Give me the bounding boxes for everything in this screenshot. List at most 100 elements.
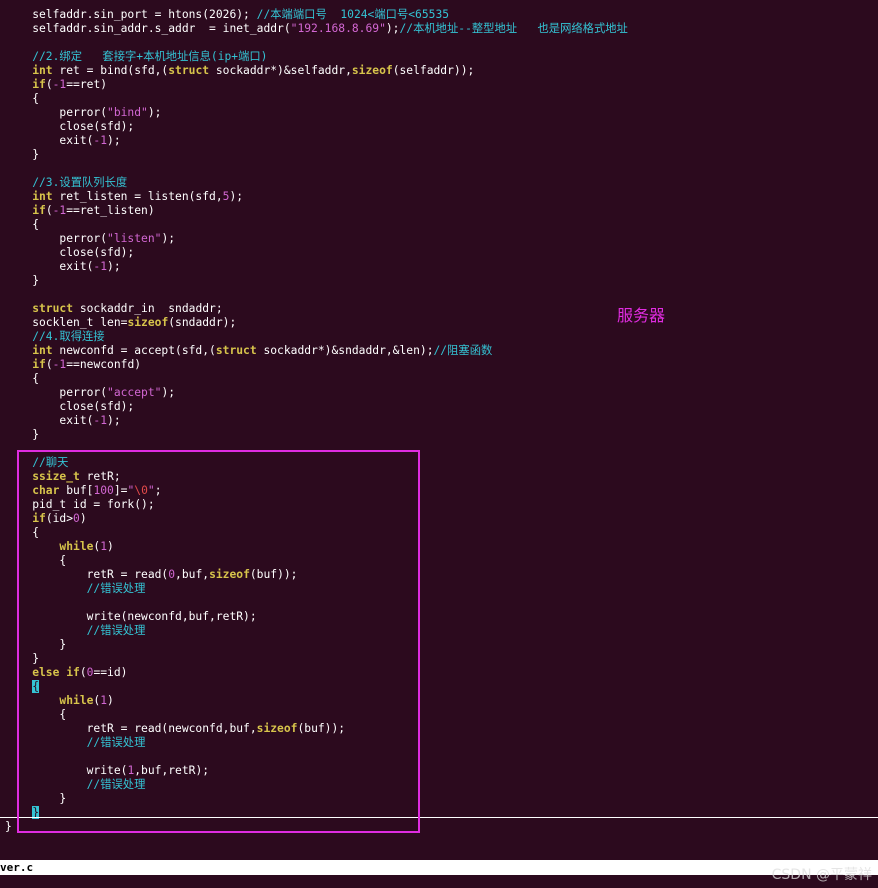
code-token: -1 xyxy=(52,78,67,91)
chat-code-highlight-box xyxy=(17,450,420,833)
code-line[interactable]: } xyxy=(5,820,12,834)
code-token: ); xyxy=(107,134,121,147)
code-token: ); xyxy=(107,414,121,427)
code-token: struct xyxy=(215,344,257,357)
code-token: perror( xyxy=(5,232,108,245)
watermark: CSDN @平蒙祥 xyxy=(771,867,872,883)
code-token: //本端端口号 1024<端口号<65535 xyxy=(256,8,450,21)
code-line[interactable]: perror("bind"); xyxy=(5,106,161,120)
code-token: exit( xyxy=(5,414,94,427)
code-token: sockaddr*)&sndaddr,&len); xyxy=(256,344,434,357)
code-token: sizeof xyxy=(351,64,393,77)
code-token: -1 xyxy=(93,260,108,273)
code-token: socklen_t len= xyxy=(5,316,128,329)
code-token: ); xyxy=(161,232,176,245)
code-token: ); xyxy=(229,190,244,203)
code-token: } xyxy=(5,820,12,833)
code-token: ( xyxy=(45,204,53,217)
code-line[interactable]: exit(-1); xyxy=(5,134,121,148)
code-token: int xyxy=(5,344,53,357)
code-line[interactable]: perror("listen"); xyxy=(5,232,175,246)
code-token: } xyxy=(5,428,40,441)
code-token: ); xyxy=(161,386,176,399)
code-token: if xyxy=(5,78,46,91)
code-line[interactable]: //3.设置队列长度 xyxy=(5,176,127,190)
code-token: } xyxy=(5,148,40,161)
code-line[interactable]: if(-1==ret) xyxy=(5,78,107,92)
code-token: ret = bind(sfd,( xyxy=(52,64,169,77)
code-line[interactable]: socklen_t len=sizeof(sndaddr); xyxy=(5,316,236,330)
code-line[interactable]: if(-1==ret_listen) xyxy=(5,204,155,218)
code-line[interactable]: { xyxy=(5,218,39,232)
code-line[interactable]: int ret = bind(sfd,(struct sockaddr*)&se… xyxy=(5,64,474,78)
code-line[interactable]: close(sfd); xyxy=(5,400,134,414)
code-line[interactable]: close(sfd); xyxy=(5,246,134,260)
code-token: -1 xyxy=(52,358,67,371)
code-token: //2.绑定 套接字+本机地址信息(ip+端口) xyxy=(5,50,268,63)
code-token: (sndaddr); xyxy=(168,316,237,329)
code-token: selfaddr.sin_port = htons(2026); xyxy=(5,8,257,21)
code-token: ==ret_listen) xyxy=(66,204,155,217)
code-token: struct xyxy=(5,302,74,315)
code-token: -1 xyxy=(93,134,108,147)
code-token: //3.设置队列长度 xyxy=(5,176,128,189)
code-token: perror( xyxy=(5,106,108,119)
code-token: exit( xyxy=(5,260,94,273)
code-token: selfaddr.sin_addr.s_addr = inet_addr( xyxy=(5,22,291,35)
code-line[interactable]: } xyxy=(5,428,39,442)
code-token: struct xyxy=(168,64,210,77)
code-line[interactable]: struct sockaddr_in sndaddr; xyxy=(5,302,223,316)
code-token: ( xyxy=(45,78,53,91)
code-token: //阻塞函数 xyxy=(433,344,493,357)
code-line[interactable]: selfaddr.sin_addr.s_addr = inet_addr("19… xyxy=(5,22,628,36)
code-line[interactable]: int ret_listen = listen(sfd,5); xyxy=(5,190,243,204)
code-token: (selfaddr)); xyxy=(392,64,475,77)
code-token: ==newconfd) xyxy=(66,358,142,371)
code-token: { xyxy=(5,372,40,385)
code-token: { xyxy=(5,218,40,231)
code-token: { xyxy=(5,92,40,105)
code-token: ret_listen = listen(sfd, xyxy=(52,190,223,203)
status-bar: ver.c xyxy=(0,860,878,875)
code-line[interactable]: selfaddr.sin_port = htons(2026); //本端端口号… xyxy=(5,8,449,22)
code-token: //本机地址--整型地址 也是网络格式地址 xyxy=(399,22,628,35)
command-line[interactable] xyxy=(0,875,878,888)
code-token: //4.取得连接 xyxy=(5,330,105,343)
code-line[interactable]: close(sfd); xyxy=(5,120,134,134)
code-token: ); xyxy=(147,106,162,119)
code-token: ); xyxy=(385,22,400,35)
code-token: "bind" xyxy=(107,106,148,119)
code-token: "accept" xyxy=(107,386,162,399)
code-line[interactable]: { xyxy=(5,92,39,106)
code-token: perror( xyxy=(5,386,108,399)
code-token: ==ret) xyxy=(66,78,108,91)
status-filename: ver.c xyxy=(0,861,34,874)
code-token: ); xyxy=(107,260,121,273)
server-annotation-label: 服务器 xyxy=(617,306,666,325)
code-line[interactable]: exit(-1); xyxy=(5,414,121,428)
code-token: "192.168.8.69" xyxy=(290,22,386,35)
code-line[interactable]: //2.绑定 套接字+本机地址信息(ip+端口) xyxy=(5,50,267,64)
code-line[interactable]: { xyxy=(5,372,39,386)
code-token: -1 xyxy=(52,204,67,217)
code-token: } xyxy=(5,274,40,287)
code-token: sockaddr_in sndaddr; xyxy=(73,302,223,315)
code-line[interactable]: } xyxy=(5,148,39,162)
code-token: sizeof xyxy=(127,316,169,329)
code-line[interactable]: perror("accept"); xyxy=(5,386,175,400)
code-token: "listen" xyxy=(107,232,162,245)
code-token: int xyxy=(5,64,53,77)
code-token: close(sfd); xyxy=(5,120,135,133)
code-token: sockaddr*)&selfaddr, xyxy=(209,64,352,77)
code-line[interactable]: int newconfd = accept(sfd,(struct sockad… xyxy=(5,344,492,358)
code-token: if xyxy=(5,358,46,371)
code-token: close(sfd); xyxy=(5,246,135,259)
code-line[interactable]: //4.取得连接 xyxy=(5,330,105,344)
code-token: exit( xyxy=(5,134,94,147)
code-token: -1 xyxy=(93,414,108,427)
code-token: close(sfd); xyxy=(5,400,135,413)
code-line[interactable]: if(-1==newconfd) xyxy=(5,358,141,372)
code-line[interactable]: exit(-1); xyxy=(5,260,121,274)
code-token: int xyxy=(5,190,53,203)
code-line[interactable]: } xyxy=(5,274,39,288)
